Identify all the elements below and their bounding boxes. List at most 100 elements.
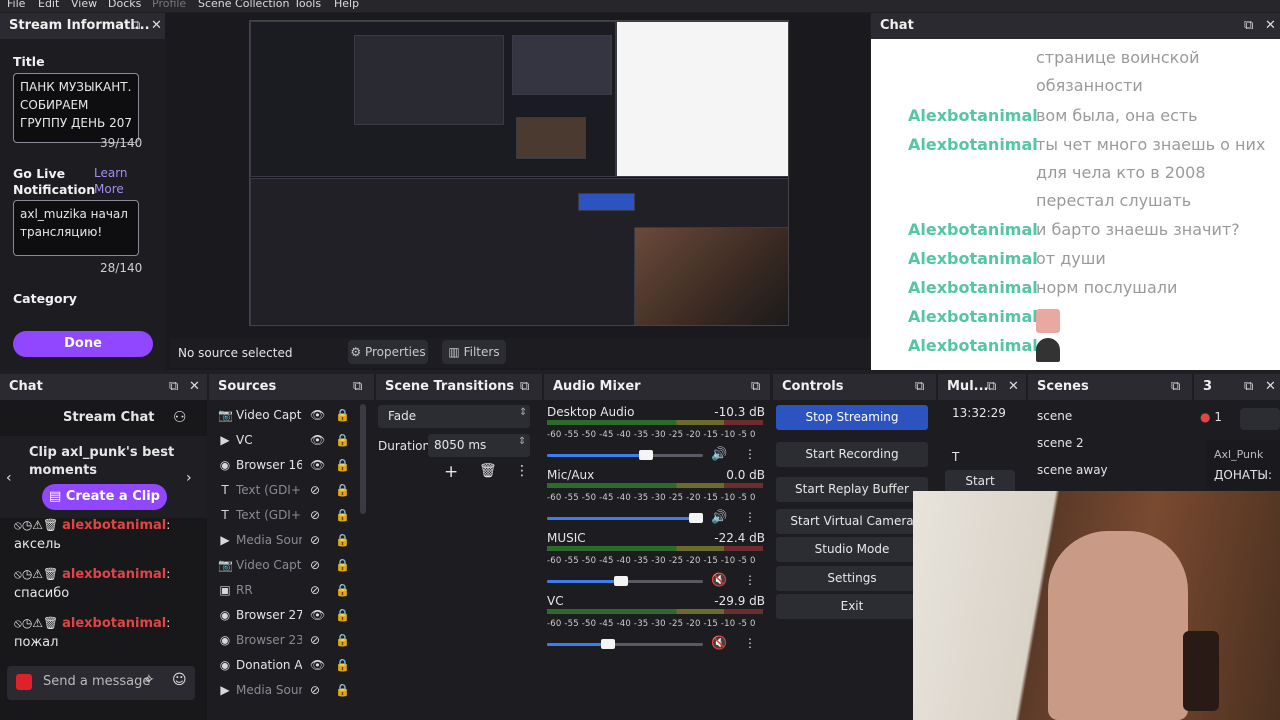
volume-slider[interactable] [547,450,703,460]
trash-icon[interactable]: 🗑 [479,463,497,479]
lock-icon[interactable]: 🔒 [335,553,350,578]
eye-icon[interactable]: 👁 [310,453,325,478]
lock-icon[interactable]: 🔒 [335,453,350,478]
properties-button[interactable]: ⚙ Properties [348,340,428,364]
float-icon[interactable]: ⧉ [169,374,178,400]
volume-knob[interactable] [613,576,628,586]
menu-help[interactable]: Help [334,0,359,9]
eye-icon[interactable]: 👁 [310,403,325,428]
users-icon[interactable]: ⚇ [173,408,186,426]
transition-select[interactable]: Fade ⇕ [378,405,530,428]
close-icon[interactable]: ✕ [1265,374,1276,400]
close-icon[interactable]: ✕ [151,13,162,39]
volume-knob[interactable] [639,450,654,460]
sources-scrollbar[interactable] [360,404,366,514]
float-icon[interactable]: ⧉ [520,374,529,400]
volume-slider[interactable] [547,576,703,586]
source-item[interactable]: ◉ Donation Ale 👁 🔒 [215,653,365,678]
emote-icon[interactable]: ☺ [172,672,187,688]
chat-left-user[interactable]: alexbotanimal [62,518,166,533]
volume-knob[interactable] [689,513,703,523]
control-start-recording-button[interactable]: Start Recording [776,442,928,467]
mod-actions-icon[interactable]: ⦸◷⚠🗑 [14,616,62,630]
close-icon[interactable]: ✕ [1008,374,1019,400]
filters-button[interactable]: ▥ Filters [442,340,506,364]
more-icon[interactable]: ⋮ [515,463,529,479]
chevron-right-icon[interactable]: › [186,470,192,486]
lock-icon[interactable]: 🔒 [335,478,350,503]
lock-icon[interactable]: 🔒 [335,428,350,453]
multi-start-button[interactable]: Start [945,470,1015,493]
source-item[interactable]: T Text (GDI+) 3 ⊘ 🔒 [215,503,365,528]
menu-profile[interactable]: Profile [152,0,186,9]
create-clip-button[interactable]: ▤ Create a Clip [42,484,167,510]
control-studio-mode-button[interactable]: Studio Mode [776,537,928,562]
eye-off-icon[interactable]: ⊘ [310,478,320,503]
speaker-icon[interactable]: 🔊 [711,510,727,525]
mod-actions-icon[interactable]: ⦸◷⚠🗑 [14,567,62,581]
menu-view[interactable]: View [71,0,97,9]
preview-canvas[interactable] [249,20,789,326]
add-icon[interactable]: + [444,462,458,482]
lock-icon[interactable]: 🔒 [335,678,350,703]
menu-file[interactable]: File [7,0,25,9]
learn-more-link-2[interactable]: More [94,182,124,196]
control-exit-button[interactable]: Exit [776,594,928,619]
chat-left-user[interactable]: alexbotanimal [62,567,166,582]
volume-slider[interactable] [547,513,703,523]
chevron-left-icon[interactable]: ‹ [6,470,12,486]
control-settings-button[interactable]: Settings [776,566,928,591]
float-icon[interactable]: ⧉ [915,374,924,400]
scene-item[interactable]: scene [1037,409,1072,423]
float-icon[interactable]: ⧉ [353,374,362,400]
lock-icon[interactable]: 🔒 [335,503,350,528]
source-item[interactable]: 📷Video Captur 👁 🔒 [215,403,365,428]
source-item[interactable]: T Text (GDI+) 3 ⊘ 🔒 [215,478,365,503]
learn-more-link[interactable]: Learn [94,166,128,180]
float-icon[interactable]: ⧉ [131,13,140,39]
more-icon[interactable]: ⋮ [744,636,756,650]
dock3-chat-button[interactable] [1240,408,1280,430]
close-icon[interactable]: ✕ [189,374,200,400]
source-item[interactable]: ▣ RR ⊘ 🔒 [215,578,365,603]
eye-icon[interactable]: 👁 [310,603,325,628]
lock-icon[interactable]: 🔒 [335,603,350,628]
float-icon[interactable]: ⧉ [987,374,996,400]
eye-icon[interactable]: 👁 [310,653,325,678]
lock-icon[interactable]: 🔒 [335,578,350,603]
bits-icon[interactable]: ✧ [143,672,155,688]
close-icon[interactable]: ✕ [1265,13,1276,39]
eye-icon[interactable]: 👁 [310,428,325,453]
source-item[interactable]: 📷Video Captur ⊘ 🔒 [215,553,365,578]
float-icon[interactable]: ⧉ [1171,374,1180,400]
eye-off-icon[interactable]: ⊘ [310,503,320,528]
more-icon[interactable]: ⋮ [744,573,756,587]
source-item[interactable]: ▶ VC 👁 🔒 [215,428,365,453]
eye-off-icon[interactable]: ⊘ [310,528,320,553]
speaker-icon[interactable]: 🔊 [711,447,727,462]
eye-off-icon[interactable]: ⊘ [310,678,320,703]
golive-field[interactable]: axl_muzika начал трансляцию! [13,200,139,256]
lock-icon[interactable]: 🔒 [335,628,350,653]
volume-slider[interactable] [547,639,703,649]
title-field[interactable]: ПАНК МУЗЫКАНТ. СОБИРАЕМ ГРУППУ ДЕНЬ 207 [13,73,139,143]
lock-icon[interactable]: 🔒 [335,653,350,678]
chat-left-user[interactable]: alexbotanimal [62,616,166,631]
control-stop-streaming-button[interactable]: Stop Streaming [776,405,928,430]
source-item[interactable]: ▶ Media Source ⊘ 🔒 [215,678,365,703]
eye-off-icon[interactable]: ⊘ [310,628,320,653]
source-item[interactable]: ◉ Browser 16 👁 🔒 [215,453,365,478]
send-message-field[interactable]: Send a message ✧ ☺ [7,666,195,700]
more-icon[interactable]: ⋮ [744,510,756,524]
volume-knob[interactable] [600,639,615,649]
eye-off-icon[interactable]: ⊘ [310,553,320,578]
menu-tools[interactable]: Tools [294,0,321,9]
source-item[interactable]: ◉ Browser 27 👁 🔒 [215,603,365,628]
mod-actions-icon[interactable]: ⦸◷⚠🗑 [14,518,62,532]
control-start-replay-buffer-button[interactable]: Start Replay Buffer [776,477,928,502]
lock-icon[interactable]: 🔒 [335,403,350,428]
speaker-muted-icon[interactable]: 🔇 [711,573,727,588]
menu-docks[interactable]: Docks [108,0,141,9]
source-item[interactable]: ▶ Media Source ⊘ 🔒 [215,528,365,553]
lock-icon[interactable]: 🔒 [335,528,350,553]
